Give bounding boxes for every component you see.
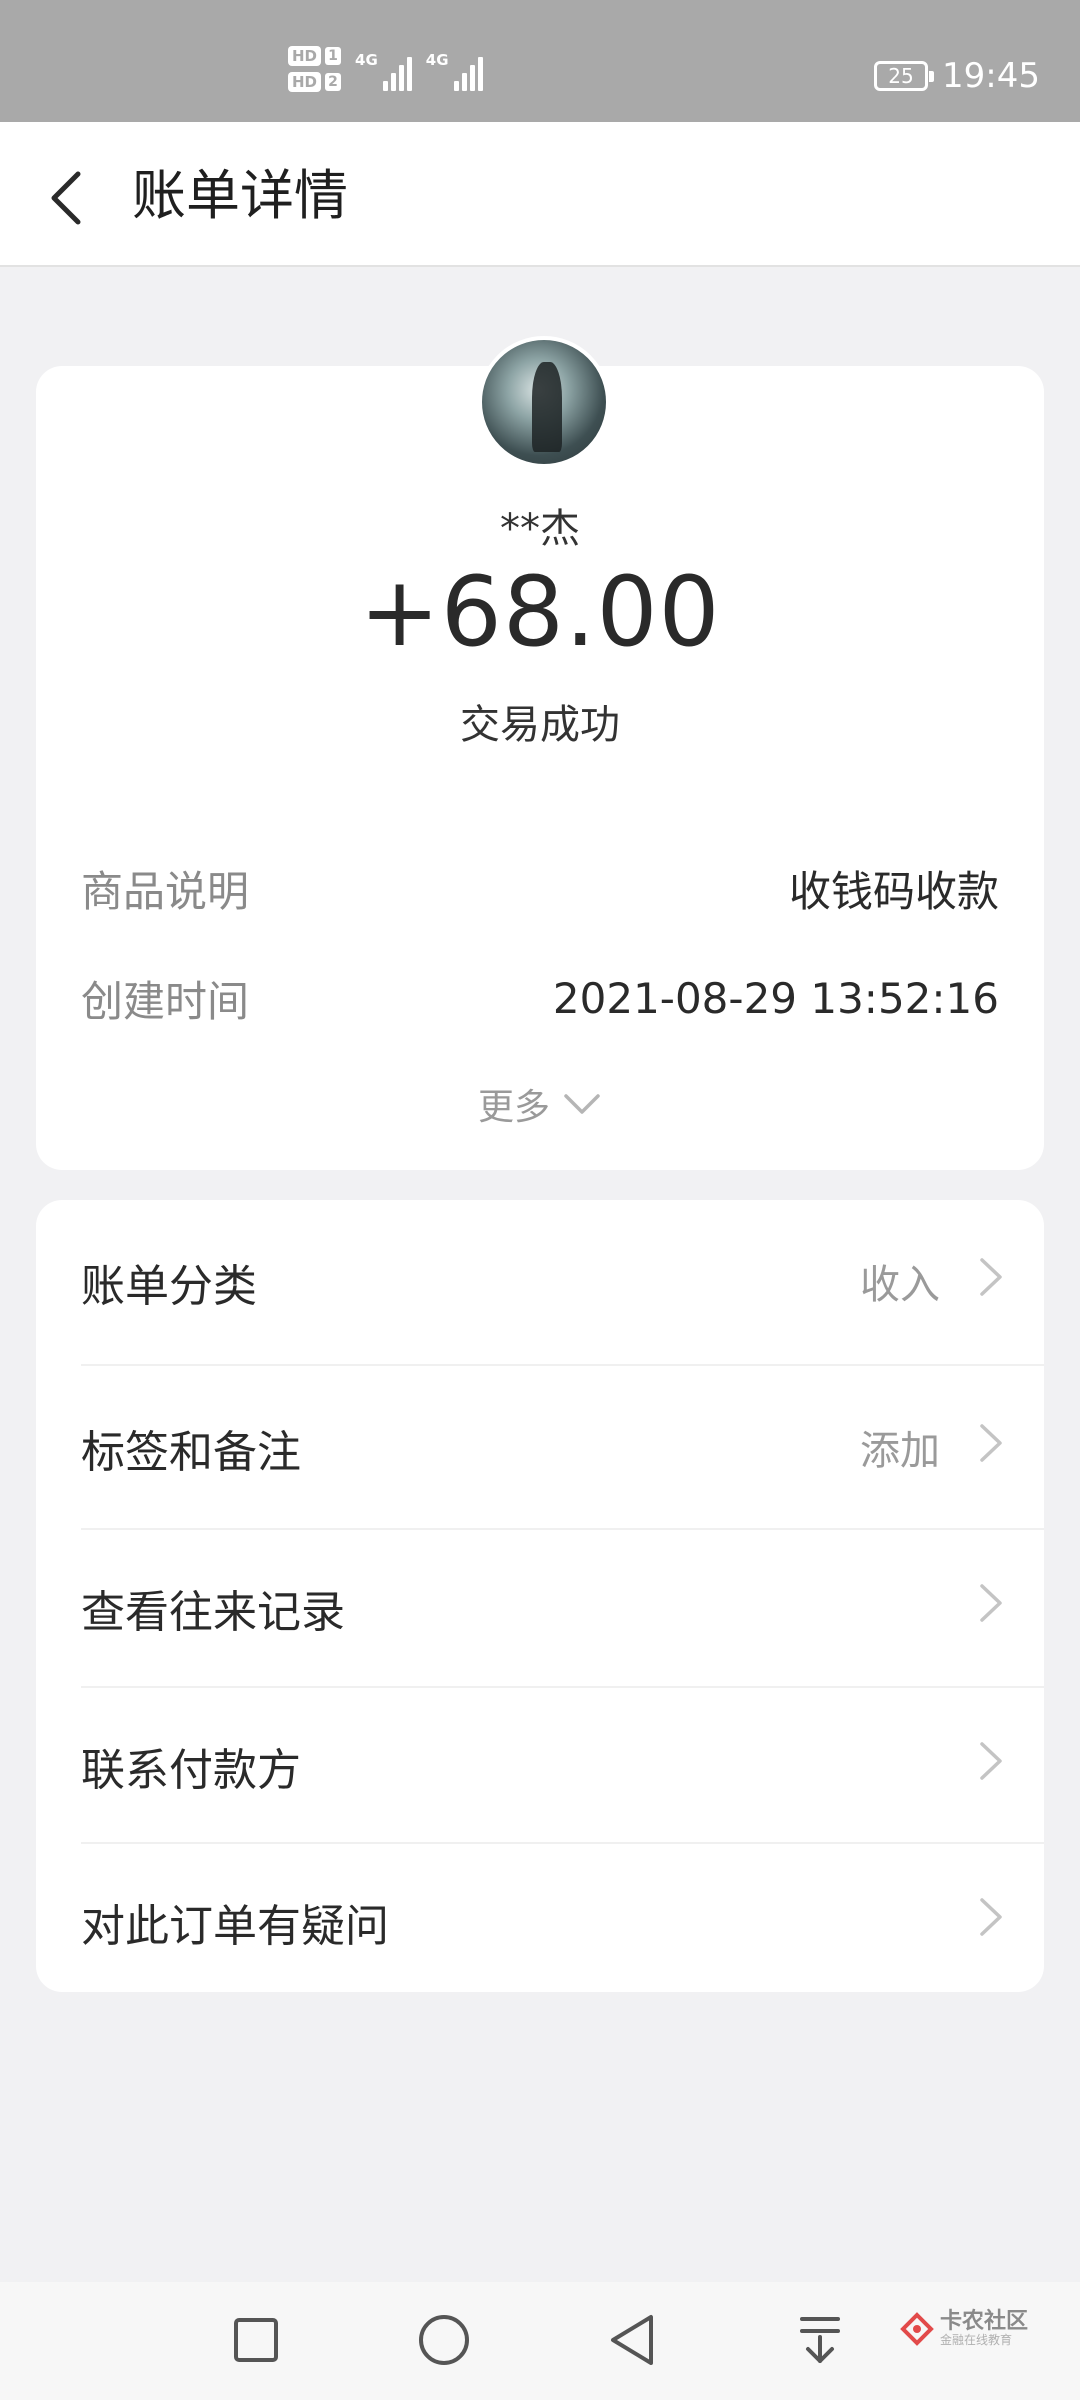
sim1-badge: 1 [325, 47, 342, 65]
back-nav-button[interactable] [600, 2308, 664, 2372]
list-item-contact-payer[interactable]: 联系付款方 [36, 1684, 1044, 1844]
network-indicators: HD 1 HD 2 4G 4G [288, 46, 483, 92]
chevron-right-icon [980, 1258, 1002, 1296]
hd-voice-badge: HD [288, 72, 322, 92]
detail-value: 2021-08-29 13:52:16 [552, 973, 999, 1023]
actions-card: 账单分类 收入 标签和备注 添加 查看往来记录 联系付款方 对此订单有疑问 [36, 1200, 1044, 1992]
list-item-label: 账单分类 [81, 1261, 257, 1312]
payer-name: **杰 [500, 506, 580, 552]
watermark-text: 卡农社区 [940, 2309, 1029, 2334]
chevron-right-icon [980, 1584, 1002, 1622]
more-toggle[interactable]: 更多 [36, 1078, 1044, 1130]
list-item-label: 查看往来记录 [81, 1587, 345, 1638]
chevron-right-icon [980, 1742, 1002, 1780]
pull-down-icon [800, 2317, 840, 2363]
circle-icon [419, 2315, 469, 2365]
status-bar: HD 1 HD 2 4G 4G 25 19:45 [0, 0, 1080, 122]
watermark-logo-icon [900, 2311, 934, 2346]
system-nav-bar: 卡农社区 金融在线教育 [0, 2282, 1080, 2400]
list-item-tags-notes[interactable]: 标签和备注 添加 [36, 1366, 1044, 1526]
back-button[interactable] [36, 158, 96, 238]
payer-avatar[interactable] [478, 336, 610, 468]
chevron-left-icon [51, 171, 81, 225]
chevron-right-icon [980, 1898, 1002, 1936]
more-label: 更多 [477, 1087, 550, 1128]
transaction-status: 交易成功 [460, 702, 620, 748]
battery-level: 25 [888, 64, 914, 88]
detail-label: 商品说明 [81, 866, 250, 916]
detail-label: 创建时间 [81, 976, 250, 1026]
signal-strength-icon: 4G [355, 47, 412, 91]
detail-row-created-time: 创建时间 2021-08-29 13:52:16 [81, 968, 999, 1028]
sim2-badge: 2 [325, 73, 342, 91]
recents-button[interactable] [224, 2308, 288, 2372]
chevron-down-icon [564, 1094, 600, 1114]
list-item-order-question[interactable]: 对此订单有疑问 [36, 1840, 1044, 2000]
chevron-right-icon [980, 1424, 1002, 1462]
hd-voice-badge: HD [288, 46, 322, 66]
title-bar: 账单详情 [0, 122, 1080, 267]
list-item-label: 标签和备注 [81, 1427, 301, 1478]
signal-strength-icon: 4G [426, 47, 483, 91]
detail-row-description: 商品说明 收钱码收款 [81, 858, 999, 918]
avatar-figure [532, 362, 562, 452]
list-item-label: 对此订单有疑问 [81, 1901, 389, 1952]
notification-pulldown-button[interactable] [788, 2308, 852, 2372]
detail-value: 收钱码收款 [788, 866, 999, 916]
list-item-history[interactable]: 查看往来记录 [36, 1526, 1044, 1686]
square-icon [234, 2318, 278, 2362]
triangle-back-icon [611, 2315, 653, 2365]
battery-icon: 25 [874, 61, 935, 91]
page-title: 账单详情 [132, 164, 348, 227]
transaction-amount: +68.00 [359, 556, 721, 668]
watermark: 卡农社区 金融在线教育 [900, 2309, 1029, 2348]
list-item-bill-category[interactable]: 账单分类 收入 [36, 1200, 1044, 1360]
watermark-subtext: 金融在线教育 [940, 2333, 1013, 2348]
home-button[interactable] [412, 2308, 476, 2372]
list-item-value: 添加 [860, 1428, 940, 1474]
list-item-value: 收入 [860, 1262, 940, 1308]
clock: 19:45 [942, 56, 1040, 96]
list-item-label: 联系付款方 [81, 1745, 301, 1796]
network-type-label: 4G [425, 51, 449, 69]
transaction-card: **杰 +68.00 交易成功 商品说明 收钱码收款 创建时间 2021-08-… [36, 336, 1044, 1170]
status-right: 25 19:45 [874, 56, 1040, 96]
network-type-label: 4G [355, 51, 378, 69]
